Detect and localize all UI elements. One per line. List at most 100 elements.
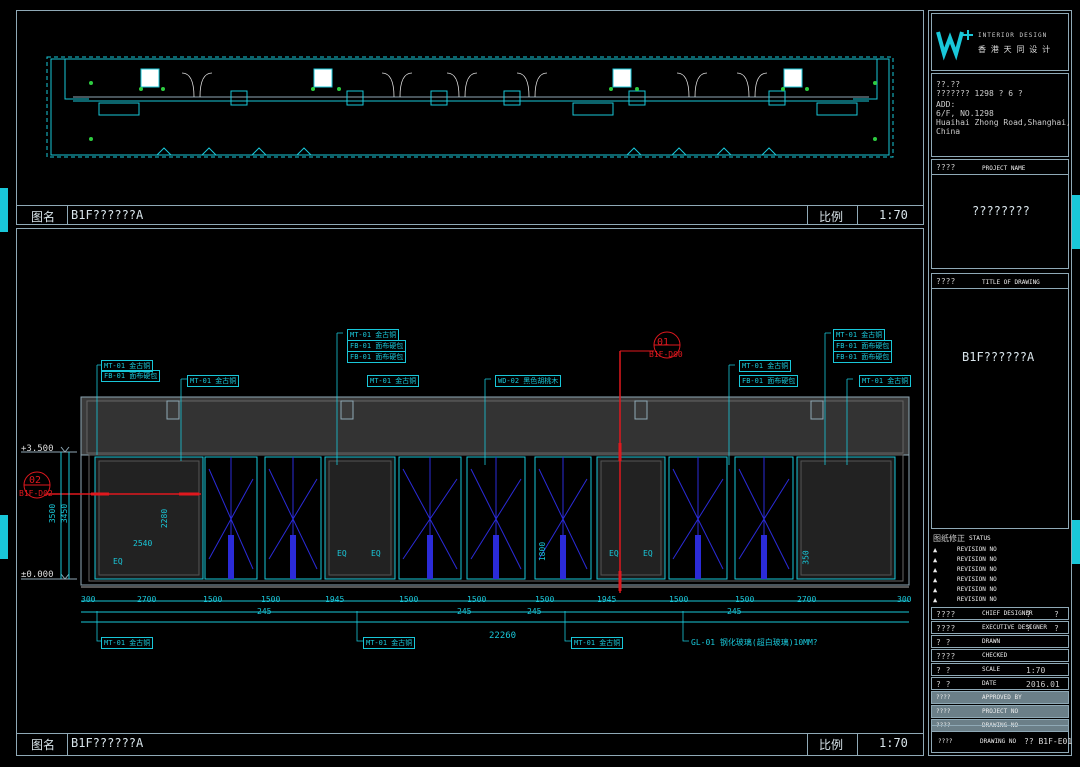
section-01-number: 01: [657, 337, 670, 348]
dim-1800: 1800: [538, 541, 548, 562]
dim-350: 350: [801, 550, 811, 565]
door-handle-bar: [560, 535, 566, 579]
revision-triangle-icon: ▲: [933, 546, 938, 554]
address-line-1: ??.??: [936, 80, 961, 89]
callout-bottom-1: MT-01 金古铜: [101, 637, 154, 649]
bottom-dim-row2-4: 245: [727, 607, 742, 616]
bottom-name-bar: [17, 733, 923, 734]
logo-text: INTERIOR DESIGN: [978, 32, 1048, 39]
level-top-label: +3.500: [21, 444, 54, 454]
project-label-cn: ????: [936, 163, 956, 172]
door-handle-bar: [695, 535, 701, 579]
top-name-divider-3: [857, 205, 858, 225]
info-row-highlight: ???? APPROVED BY: [931, 691, 1069, 704]
logo-box: INTERIOR DESIGN 香 港 天 同 设 计: [931, 13, 1069, 71]
title-label-cn: ????: [936, 277, 956, 286]
address-box: ??.?? ??????? 1298 ? 6 ? ADD: 6/F, NO.12…: [931, 73, 1071, 157]
callout-top-3: MT-01 金古铜: [187, 375, 240, 387]
revision-triangle-icon: ▲: [933, 596, 938, 604]
revision-row: ▲ REVISION NO: [931, 585, 1069, 595]
floor-plan-drawing: [46, 56, 894, 158]
bottom-name-divider-1: [67, 733, 68, 755]
info-en: CHECKED: [982, 652, 1008, 659]
bottom-dim-3: 1500: [203, 595, 223, 604]
callout-top-13: FB-01 面布硬包: [833, 351, 893, 363]
overall-dimension: 22260: [489, 631, 517, 641]
left-edge-marker-top: [0, 188, 8, 232]
left-edge-marker-bottom: [0, 515, 8, 559]
door-handle-bar: [290, 535, 296, 579]
bottom-dim-10: 1500: [669, 595, 689, 604]
revision-label: REVISION NO: [957, 546, 997, 553]
bottom-dim-11: 1500: [735, 595, 755, 604]
info-en: PROJECT NO: [982, 708, 1019, 715]
revision-header-cn: 图纸修正: [933, 534, 965, 543]
top-name-bar: [17, 205, 923, 206]
door-handle-bar: [761, 535, 767, 579]
info-en: DRAWN: [982, 638, 1001, 645]
drawing-title-box: ???? TITLE OF DRAWING B1F??????A: [931, 273, 1069, 529]
bottom-name-label: 图名: [31, 738, 56, 752]
info-cn: ????: [936, 610, 956, 619]
bottom-dim-2: 2700: [137, 595, 157, 604]
address-line-5: Huaihai Zhong Road,Shanghai,: [936, 118, 1071, 127]
bottom-dim-7: 1500: [467, 595, 487, 604]
logo-mark: [936, 30, 973, 61]
project-divider: [932, 174, 1068, 175]
info-cn: ????: [936, 652, 956, 661]
section-02-ref: B1F-D02: [19, 489, 53, 498]
bottom-dim-4: 1500: [261, 595, 281, 604]
title-block: INTERIOR DESIGN 香 港 天 同 设 计 ??.?? ??????…: [928, 10, 1072, 756]
bottom-name-divider-3: [857, 733, 858, 755]
callout-top-14: MT-01 金古铜: [859, 375, 912, 387]
bottom-dim-12: 2700: [797, 595, 817, 604]
revision-triangle-icon: ▲: [933, 566, 938, 574]
bottom-dim-5: 1945: [325, 595, 345, 604]
bottom-dim-row2-1: 245: [257, 607, 272, 616]
info-cn: ? ?: [936, 638, 951, 647]
dim-2280: 2280: [160, 508, 170, 529]
info-v1: 1:70: [1026, 666, 1046, 675]
bottom-dim-13: 300: [897, 595, 912, 604]
bottom-dim-row2-2: 245: [457, 607, 472, 616]
dim-eq-4: EQ: [609, 549, 619, 558]
bottom-dim-9: 1945: [597, 595, 617, 604]
top-scale-value: 1:70: [879, 208, 908, 222]
top-scale-label: 比例: [819, 210, 844, 224]
callout-top-7: MT-01 金古铜: [367, 375, 420, 387]
info-v2: ?: [1054, 624, 1059, 633]
callout-top-10: FB-01 面布硬包: [739, 375, 799, 387]
dim-2540: 2540: [133, 539, 153, 548]
glass-note: GL-01 钢化玻璃(超白玻璃)10MM?: [691, 638, 818, 647]
info-cn: ????: [936, 624, 956, 633]
door-handle-bar: [228, 535, 234, 579]
drawing-no-label-en: DRAWING NO: [980, 738, 1017, 745]
project-value: ????????: [972, 204, 1030, 218]
address-line-6: China: [936, 127, 961, 136]
callout-bottom-2: MT-01 金古铜: [363, 637, 416, 649]
address-line-2: ??????? 1298 ? 6 ?: [936, 89, 1023, 98]
bottom-dim-1: 300: [81, 595, 96, 604]
address-line-3: ADD:: [936, 100, 956, 109]
callout-top-2: FB-01 面布硬包: [101, 370, 161, 382]
info-cn: ????: [936, 694, 951, 701]
bottom-scale-value: 1:70: [879, 736, 908, 750]
door-handle-bar: [493, 535, 499, 579]
revision-label: REVISION NO: [957, 586, 997, 593]
info-en: CHIEF DESIGNER: [982, 610, 1033, 617]
bottom-dim-8: 1500: [535, 595, 555, 604]
info-row: ? ? SCALE 1:70: [931, 663, 1069, 676]
section-01-ref: B1F-D00: [649, 350, 683, 359]
top-name-divider-1: [67, 205, 68, 225]
top-plan-panel: 图名 B1F??????A 比例 1:70: [16, 10, 924, 225]
info-row: ???? CHECKED: [931, 649, 1069, 662]
revision-triangle-icon: ▲: [933, 576, 938, 584]
info-row: ? ? DRAWN: [931, 635, 1069, 648]
bottom-scale-label: 比例: [819, 738, 844, 752]
drawing-no-box: ???? DRAWING NO ?? B1F-E01: [931, 725, 1072, 753]
info-v1: ?: [1026, 624, 1031, 633]
level-bottom-label: ±0.000: [21, 570, 54, 580]
title-divider: [932, 288, 1068, 289]
height-mark-2: 3450: [60, 503, 70, 524]
info-row: ? ? DATE 2016.01: [931, 677, 1069, 690]
